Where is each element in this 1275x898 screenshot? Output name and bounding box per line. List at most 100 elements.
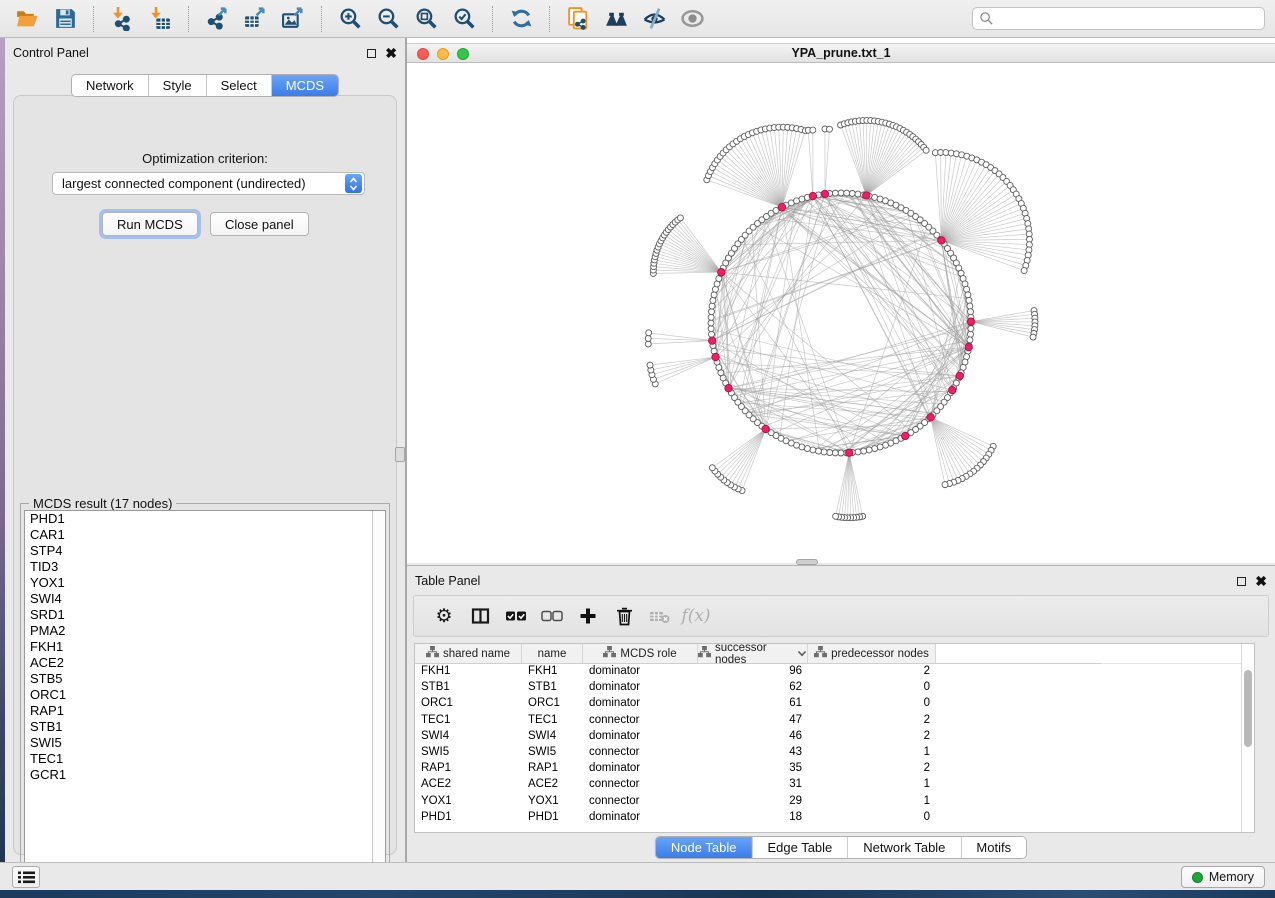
- table-cell[interactable]: 2: [808, 729, 936, 745]
- mcds-node-item[interactable]: ACE2: [25, 655, 385, 671]
- graph-node[interactable]: [708, 326, 714, 332]
- graph-leaf-node[interactable]: [647, 362, 653, 368]
- graph-node[interactable]: [708, 314, 714, 320]
- graph-node[interactable]: [832, 450, 838, 456]
- create-column-icon[interactable]: [570, 599, 606, 633]
- table-cell[interactable]: 18: [698, 810, 808, 826]
- graph-mcds-hub-node[interactable]: [712, 353, 719, 360]
- graph-mcds-hub-node[interactable]: [956, 372, 963, 379]
- graph-mcds-hub-node[interactable]: [949, 386, 956, 393]
- graph-mcds-hub-node[interactable]: [845, 449, 852, 456]
- table-cell[interactable]: dominator: [583, 761, 698, 777]
- table-cell[interactable]: 31: [698, 777, 808, 793]
- graph-node[interactable]: [810, 447, 816, 453]
- table-cell[interactable]: 96: [698, 664, 808, 680]
- graph-leaf-node[interactable]: [942, 482, 948, 488]
- table-cell[interactable]: FKH1: [522, 664, 583, 680]
- table-cell[interactable]: TEC1: [415, 713, 522, 729]
- graph-node[interactable]: [967, 303, 973, 309]
- tab-style[interactable]: Style: [149, 75, 207, 96]
- mcds-node-item[interactable]: RAP1: [25, 703, 385, 719]
- graph-leaf-node[interactable]: [826, 126, 832, 132]
- search-input[interactable]: [994, 12, 1258, 26]
- network-canvas[interactable]: [407, 63, 1275, 563]
- graph-node[interactable]: [708, 309, 714, 315]
- column-header-predecessor-nodes[interactable]: predecessor nodes: [808, 644, 936, 664]
- graph-node[interactable]: [968, 331, 974, 337]
- graph-node[interactable]: [964, 286, 970, 292]
- table-cell[interactable]: STB1: [522, 680, 583, 696]
- graph-mcds-hub-node[interactable]: [762, 425, 769, 432]
- graph-leaf-node[interactable]: [645, 341, 651, 347]
- graph-mcds-hub-node[interactable]: [821, 190, 828, 197]
- graph-leaf-node[interactable]: [923, 147, 929, 153]
- graph-node[interactable]: [855, 191, 861, 197]
- table-cell[interactable]: 46: [698, 729, 808, 745]
- tab-motifs[interactable]: Motifs: [961, 837, 1026, 858]
- table-mode-gear-icon[interactable]: ⚙: [426, 599, 462, 633]
- table-cell[interactable]: 2: [808, 713, 936, 729]
- mcds-node-item[interactable]: SWI5: [25, 735, 385, 751]
- save-session-icon[interactable]: [46, 3, 84, 35]
- select-all-icon[interactable]: [498, 599, 534, 633]
- new-network-from-selection-icon[interactable]: [559, 3, 597, 35]
- export-table-icon[interactable]: [236, 3, 274, 35]
- table-cell[interactable]: ACE2: [415, 777, 522, 793]
- mcds-node-item[interactable]: YOX1: [25, 575, 385, 591]
- graph-mcds-hub-node[interactable]: [725, 384, 732, 391]
- mcds-node-item[interactable]: CAR1: [25, 527, 385, 543]
- table-cell[interactable]: FKH1: [415, 664, 522, 680]
- deselect-all-icon[interactable]: [534, 599, 570, 633]
- graph-leaf-node[interactable]: [709, 465, 715, 471]
- graph-node[interactable]: [821, 449, 827, 455]
- tab-node-table[interactable]: Node Table: [656, 837, 753, 858]
- graph-node[interactable]: [838, 190, 844, 196]
- window-close-light[interactable]: [417, 48, 429, 60]
- graph-leaf-node[interactable]: [677, 215, 683, 221]
- mcds-node-item[interactable]: ORC1: [25, 687, 385, 703]
- table-cell[interactable]: 43: [698, 745, 808, 761]
- mcds-node-item[interactable]: STP4: [25, 543, 385, 559]
- mcds-list-scrollbar[interactable]: [372, 511, 385, 870]
- tab-select[interactable]: Select: [207, 75, 272, 96]
- table-cell[interactable]: 35: [698, 761, 808, 777]
- graph-leaf-node[interactable]: [810, 127, 816, 133]
- graph-node[interactable]: [968, 309, 974, 315]
- table-cell[interactable]: PHD1: [522, 810, 583, 826]
- open-session-icon[interactable]: [8, 3, 46, 35]
- mcds-result-list[interactable]: PHD1CAR1STP4TID3YOX1SWI4SRD1PMA2FKH1ACE2…: [24, 510, 386, 871]
- graph-leaf-node[interactable]: [645, 335, 651, 341]
- graph-mcds-hub-node[interactable]: [938, 237, 945, 244]
- zoom-out-icon[interactable]: [369, 3, 407, 35]
- graph-mcds-hub-node[interactable]: [718, 269, 725, 276]
- tab-edge-table[interactable]: Edge Table: [752, 837, 848, 858]
- table-row[interactable]: ORC1ORC1dominator610: [415, 696, 1254, 712]
- window-zoom-light[interactable]: [457, 48, 469, 60]
- mcds-node-item[interactable]: TID3: [25, 559, 385, 575]
- table-row[interactable]: TEC1TEC1connector472: [415, 713, 1254, 729]
- table-cell[interactable]: 29: [698, 794, 808, 810]
- show-columns-icon[interactable]: [462, 599, 498, 633]
- graph-node[interactable]: [967, 337, 973, 343]
- table-cell[interactable]: dominator: [583, 810, 698, 826]
- mcds-node-item[interactable]: SWI4: [25, 591, 385, 607]
- table-cell[interactable]: SWI5: [415, 745, 522, 761]
- table-cell[interactable]: SWI4: [522, 729, 583, 745]
- network-graph[interactable]: [407, 63, 1275, 563]
- table-cell[interactable]: dominator: [583, 696, 698, 712]
- table-row[interactable]: RAP1RAP1dominator352: [415, 761, 1254, 777]
- table-cell[interactable]: 0: [808, 696, 936, 712]
- zoom-fit-icon[interactable]: [407, 3, 445, 35]
- graph-node[interactable]: [849, 190, 855, 196]
- graph-node[interactable]: [872, 446, 878, 452]
- mcds-node-item[interactable]: GCR1: [25, 767, 385, 783]
- table-cell[interactable]: TEC1: [522, 713, 583, 729]
- close-panel-button[interactable]: Close panel: [210, 212, 309, 236]
- mcds-node-item[interactable]: SRD1: [25, 607, 385, 623]
- vertical-splitter-grip[interactable]: [395, 447, 405, 462]
- graph-mcds-hub-node[interactable]: [902, 432, 909, 439]
- table-row[interactable]: SWI5SWI5connector431: [415, 745, 1254, 761]
- table-row[interactable]: PHD1PHD1dominator180: [415, 810, 1254, 826]
- table-row[interactable]: SWI4SWI4dominator462: [415, 729, 1254, 745]
- mcds-node-item[interactable]: STB1: [25, 719, 385, 735]
